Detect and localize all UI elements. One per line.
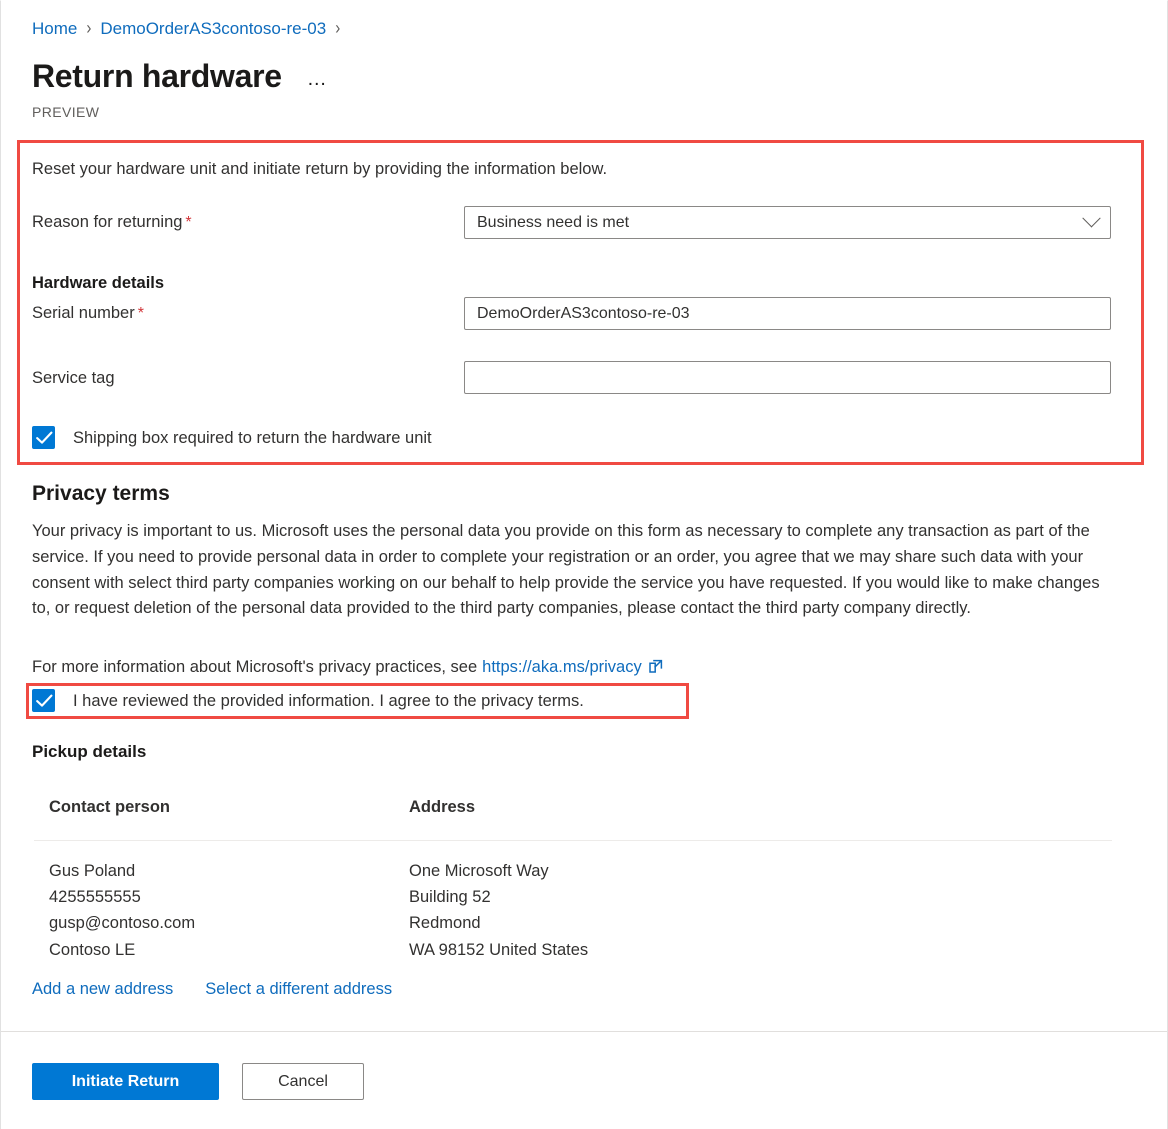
checkbox-checked-icon[interactable] — [32, 689, 55, 712]
add-new-address-link[interactable]: Add a new address — [32, 978, 173, 1000]
cell-contact-person: Gus Poland 4255555555 gusp@contoso.com C… — [34, 841, 394, 963]
return-hardware-page: Home › DemoOrderAS3contoso-re-03 › Retur… — [0, 0, 1168, 1129]
reason-label-text: Reason for returning — [32, 213, 183, 231]
column-header-contact-person: Contact person — [34, 796, 394, 841]
breadcrumb: Home › DemoOrderAS3contoso-re-03 › — [32, 18, 349, 40]
cancel-button[interactable]: Cancel — [242, 1063, 364, 1100]
breadcrumb-item-home[interactable]: Home — [32, 18, 77, 40]
serial-number-control-wrap: DemoOrderAS3contoso-re-03 — [464, 297, 1111, 330]
more-options-icon[interactable]: … — [305, 69, 331, 89]
page-title: Return hardware — [32, 58, 282, 94]
breadcrumb-item-order[interactable]: DemoOrderAS3contoso-re-03 — [100, 18, 326, 40]
title-row: Return hardware … — [32, 57, 331, 95]
contact-line: Contoso LE — [49, 940, 136, 959]
cell-address: One Microsoft Way Building 52 Redmond WA… — [394, 841, 1112, 963]
checkmark-icon — [36, 431, 53, 444]
table-row: Gus Poland 4255555555 gusp@contoso.com C… — [34, 841, 1112, 963]
shipping-box-checkbox-row[interactable]: Shipping box required to return the hard… — [32, 426, 432, 449]
hardware-details-heading: Hardware details — [32, 274, 165, 292]
pickup-details-table: Contact person Address Gus Poland 425555… — [34, 796, 1112, 963]
address-line: Building 52 — [409, 888, 491, 907]
reason-selected-value: Business need is met — [477, 213, 630, 231]
contact-line: 4255555555 — [49, 888, 141, 907]
pickup-details-heading: Pickup details — [32, 742, 147, 761]
privacy-policy-link[interactable]: https://aka.ms/privacy — [482, 655, 642, 679]
address-line: Redmond — [409, 914, 481, 933]
reason-control-wrap: Business need is met — [464, 206, 1111, 239]
checkmark-icon — [36, 694, 53, 707]
privacy-agree-checkbox-label: I have reviewed the provided information… — [73, 691, 584, 710]
address-action-links: Add a new address Select a different add… — [32, 978, 392, 1000]
reason-label: Reason for returning * — [32, 211, 464, 234]
privacy-more-info-row: For more information about Microsoft's p… — [32, 655, 663, 679]
service-tag-input[interactable] — [464, 361, 1111, 394]
service-tag-control-wrap — [464, 361, 1111, 394]
serial-number-input[interactable]: DemoOrderAS3contoso-re-03 — [464, 297, 1111, 330]
privacy-terms-heading: Privacy terms — [32, 482, 170, 505]
field-serial-number: Serial number * DemoOrderAS3contoso-re-03 — [32, 297, 1111, 330]
footer-actions: Initiate Return Cancel — [32, 1063, 364, 1100]
external-link-icon[interactable] — [648, 657, 663, 681]
privacy-terms-body: Your privacy is important to us. Microso… — [32, 522, 1100, 618]
contact-line: Gus Poland — [49, 862, 136, 880]
address-line: One Microsoft Way — [409, 862, 549, 880]
serial-number-label-text: Serial number — [32, 304, 135, 322]
required-marker: * — [185, 214, 192, 231]
serial-number-label: Serial number * — [32, 302, 464, 325]
service-tag-label: Service tag — [32, 367, 464, 389]
contact-line: gusp@contoso.com — [49, 914, 196, 933]
preview-badge: PREVIEW — [32, 104, 100, 120]
breadcrumb-chevron-icon: › — [335, 17, 341, 39]
column-header-address: Address — [394, 796, 1112, 841]
reason-select[interactable]: Business need is met — [464, 206, 1111, 239]
checkbox-checked-icon[interactable] — [32, 426, 55, 449]
field-reason-for-returning: Reason for returning * Business need is m… — [32, 206, 1111, 239]
address-line: WA 98152 United States — [409, 940, 589, 959]
privacy-more-info-text: For more information about Microsoft's p… — [32, 658, 478, 676]
field-service-tag: Service tag — [32, 361, 1111, 394]
footer-divider — [1, 1031, 1167, 1032]
shipping-box-checkbox-label: Shipping box required to return the hard… — [73, 428, 432, 447]
chevron-down-icon — [1082, 209, 1101, 228]
service-tag-label-text: Service tag — [32, 368, 115, 387]
select-different-address-link[interactable]: Select a different address — [205, 978, 392, 1000]
table-header-row: Contact person Address — [34, 796, 1112, 841]
privacy-agree-checkbox-row[interactable]: I have reviewed the provided information… — [32, 689, 584, 712]
initiate-return-button[interactable]: Initiate Return — [32, 1063, 219, 1100]
form-intro-text: Reset your hardware unit and initiate re… — [32, 160, 608, 178]
breadcrumb-chevron-icon: › — [86, 17, 92, 39]
required-marker: * — [137, 305, 144, 322]
